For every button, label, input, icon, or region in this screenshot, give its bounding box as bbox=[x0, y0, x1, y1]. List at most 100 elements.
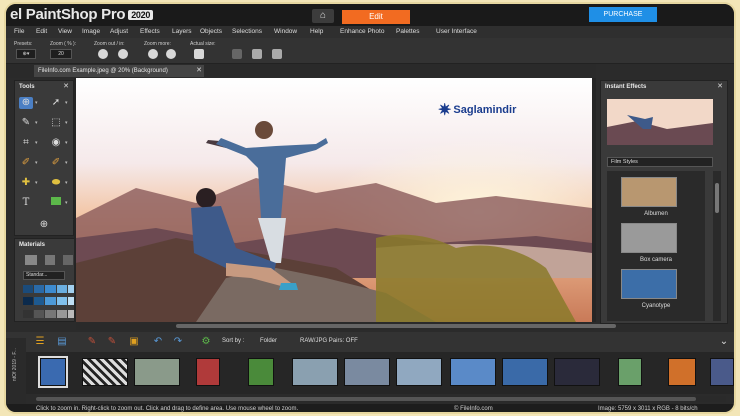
sort-dropdown[interactable]: Folder bbox=[260, 338, 277, 344]
swatch[interactable] bbox=[23, 309, 34, 318]
canvas-area[interactable]: ✷ Saglamindir bbox=[74, 78, 596, 322]
paint-brush-icon[interactable]: ✐ bbox=[19, 157, 38, 169]
thumbnail[interactable] bbox=[502, 358, 548, 386]
menu-image[interactable]: Image bbox=[82, 28, 100, 35]
thumbnail[interactable] bbox=[344, 358, 390, 386]
menu-selections[interactable]: Selections bbox=[232, 28, 262, 35]
menu-edit[interactable]: Edit bbox=[36, 28, 47, 35]
effect-cyanotype-thumb[interactable] bbox=[621, 269, 677, 299]
fill-tool-icon[interactable]: ⬬ bbox=[49, 177, 68, 189]
pick-tool-icon[interactable]: ➚ bbox=[49, 97, 68, 109]
swatch[interactable] bbox=[34, 309, 45, 318]
status-bar: Click to zoom in. Right-click to zoom ou… bbox=[6, 404, 734, 412]
menu-adjust[interactable]: Adjust bbox=[110, 28, 128, 35]
actual-size-button[interactable] bbox=[194, 49, 204, 59]
watermark-text: Saglamindir bbox=[453, 103, 517, 116]
thumbnail[interactable] bbox=[618, 358, 642, 386]
swatch-icon[interactable] bbox=[63, 255, 73, 265]
menu-user-interface[interactable]: User Interface bbox=[436, 28, 477, 35]
zoom-tool-icon[interactable]: ⊕ bbox=[19, 97, 38, 109]
swatch[interactable] bbox=[56, 309, 67, 318]
thumbnail[interactable] bbox=[38, 356, 68, 388]
thumbnail[interactable] bbox=[668, 358, 696, 386]
effect-albumen-thumb[interactable] bbox=[621, 177, 677, 207]
swatch[interactable] bbox=[56, 285, 67, 293]
zoom-out-button[interactable] bbox=[98, 49, 108, 59]
shape-tool-icon[interactable] bbox=[49, 197, 68, 209]
crop-tool-icon[interactable]: ⌗ bbox=[19, 137, 37, 149]
close-icon[interactable]: ✕ bbox=[717, 82, 723, 90]
swatch[interactable] bbox=[23, 285, 34, 293]
swatch[interactable] bbox=[56, 297, 67, 306]
effect-category-dropdown[interactable]: Film Styles bbox=[607, 157, 713, 167]
swatch[interactable] bbox=[45, 297, 56, 306]
swatch[interactable] bbox=[23, 297, 34, 306]
rotate-right-icon[interactable]: ↷ bbox=[172, 336, 184, 348]
zoom-input[interactable] bbox=[50, 49, 72, 59]
zoom-more-label: Zoom more: bbox=[144, 41, 171, 47]
menu-palettes[interactable]: Palettes bbox=[396, 28, 420, 35]
dropper-tool-icon[interactable]: ✎ bbox=[19, 117, 38, 129]
menu-file[interactable]: File bbox=[14, 28, 24, 35]
close-icon[interactable]: ✕ bbox=[63, 82, 69, 90]
camera-button[interactable] bbox=[252, 49, 262, 59]
status-credit: © FileInfo.com bbox=[454, 406, 493, 412]
rotate-left-icon[interactable]: ↶ bbox=[152, 336, 164, 348]
swatch[interactable] bbox=[45, 309, 56, 318]
brush-icon[interactable]: ✎ bbox=[86, 336, 98, 348]
thumbnail[interactable] bbox=[134, 358, 180, 386]
selection-tool-icon[interactable]: ⬚ bbox=[49, 117, 67, 129]
menu-help[interactable]: Help bbox=[310, 28, 323, 35]
retouch-tool-icon[interactable]: ✚ bbox=[19, 177, 38, 189]
scrollbar-thumb[interactable] bbox=[715, 183, 719, 213]
menu-window[interactable]: Window bbox=[274, 28, 297, 35]
swatch[interactable] bbox=[45, 285, 56, 293]
chevron-down-icon[interactable]: ⌄ bbox=[718, 336, 730, 348]
purchase-button[interactable]: PURCHASE bbox=[589, 7, 657, 22]
swatch[interactable] bbox=[34, 297, 45, 306]
thumbnail[interactable] bbox=[450, 358, 496, 386]
menu-objects[interactable]: Objects bbox=[200, 28, 222, 35]
thumbnail[interactable] bbox=[554, 358, 600, 386]
canvas-scrollbar[interactable] bbox=[76, 322, 616, 330]
raw-jpg-pairs-dropdown[interactable]: RAW/JPG Pairs: OFF bbox=[300, 338, 358, 344]
menu-enhance-photo[interactable]: Enhance Photo bbox=[340, 28, 384, 35]
fit-button[interactable] bbox=[232, 49, 242, 59]
menu-view[interactable]: View bbox=[58, 28, 72, 35]
thumbnail[interactable] bbox=[292, 358, 338, 386]
thumbnail[interactable] bbox=[248, 358, 274, 386]
share-icon[interactable]: ▣ bbox=[128, 336, 140, 348]
thumbnail[interactable] bbox=[396, 358, 442, 386]
list-view-icon[interactable]: ☰ bbox=[34, 336, 46, 348]
add-tool-icon[interactable]: ⊕ bbox=[37, 219, 51, 231]
zoom-more-out-button[interactable] bbox=[148, 49, 158, 59]
organizer-scrollbar[interactable] bbox=[36, 396, 726, 402]
thumbnail[interactable] bbox=[710, 358, 734, 386]
frame-icon[interactable] bbox=[25, 255, 37, 265]
text-tool-icon[interactable]: T bbox=[19, 197, 33, 209]
thumbnail[interactable] bbox=[82, 358, 128, 386]
effects-scrollbar[interactable] bbox=[713, 171, 721, 321]
effect-box-camera-thumb[interactable] bbox=[621, 223, 677, 253]
eraser-tool-icon[interactable]: ✐ bbox=[49, 157, 68, 169]
thumbnail[interactable] bbox=[196, 358, 220, 386]
brush-alt-icon[interactable]: ✎ bbox=[106, 336, 118, 348]
zoom-in-button[interactable] bbox=[118, 49, 128, 59]
home-button[interactable]: ⌂ bbox=[312, 9, 334, 23]
zoom-more-in-button[interactable] bbox=[166, 49, 176, 59]
menu-layers[interactable]: Layers bbox=[172, 28, 192, 35]
edit-tab[interactable]: Edit bbox=[342, 10, 410, 24]
close-tab-icon[interactable]: ✕ bbox=[194, 66, 204, 76]
document-tab[interactable]: FileInfo.com Example.jpeg @ 20% (Backgro… bbox=[34, 65, 204, 77]
pan-button[interactable] bbox=[272, 49, 282, 59]
scrollbar-thumb[interactable] bbox=[176, 324, 616, 328]
red-eye-tool-icon[interactable]: ◉ bbox=[49, 137, 68, 149]
swatch[interactable] bbox=[34, 285, 45, 293]
tag-icon[interactable]: ⚙ bbox=[200, 336, 212, 348]
presets-dropdown[interactable]: ⊕▾ bbox=[16, 49, 36, 59]
scrollbar-thumb[interactable] bbox=[36, 397, 696, 401]
rainbow-icon[interactable] bbox=[45, 255, 55, 265]
details-icon[interactable]: ▤ bbox=[56, 336, 68, 348]
menu-effects[interactable]: Effects bbox=[140, 28, 160, 35]
materials-style-dropdown[interactable]: Standar... bbox=[23, 271, 65, 280]
